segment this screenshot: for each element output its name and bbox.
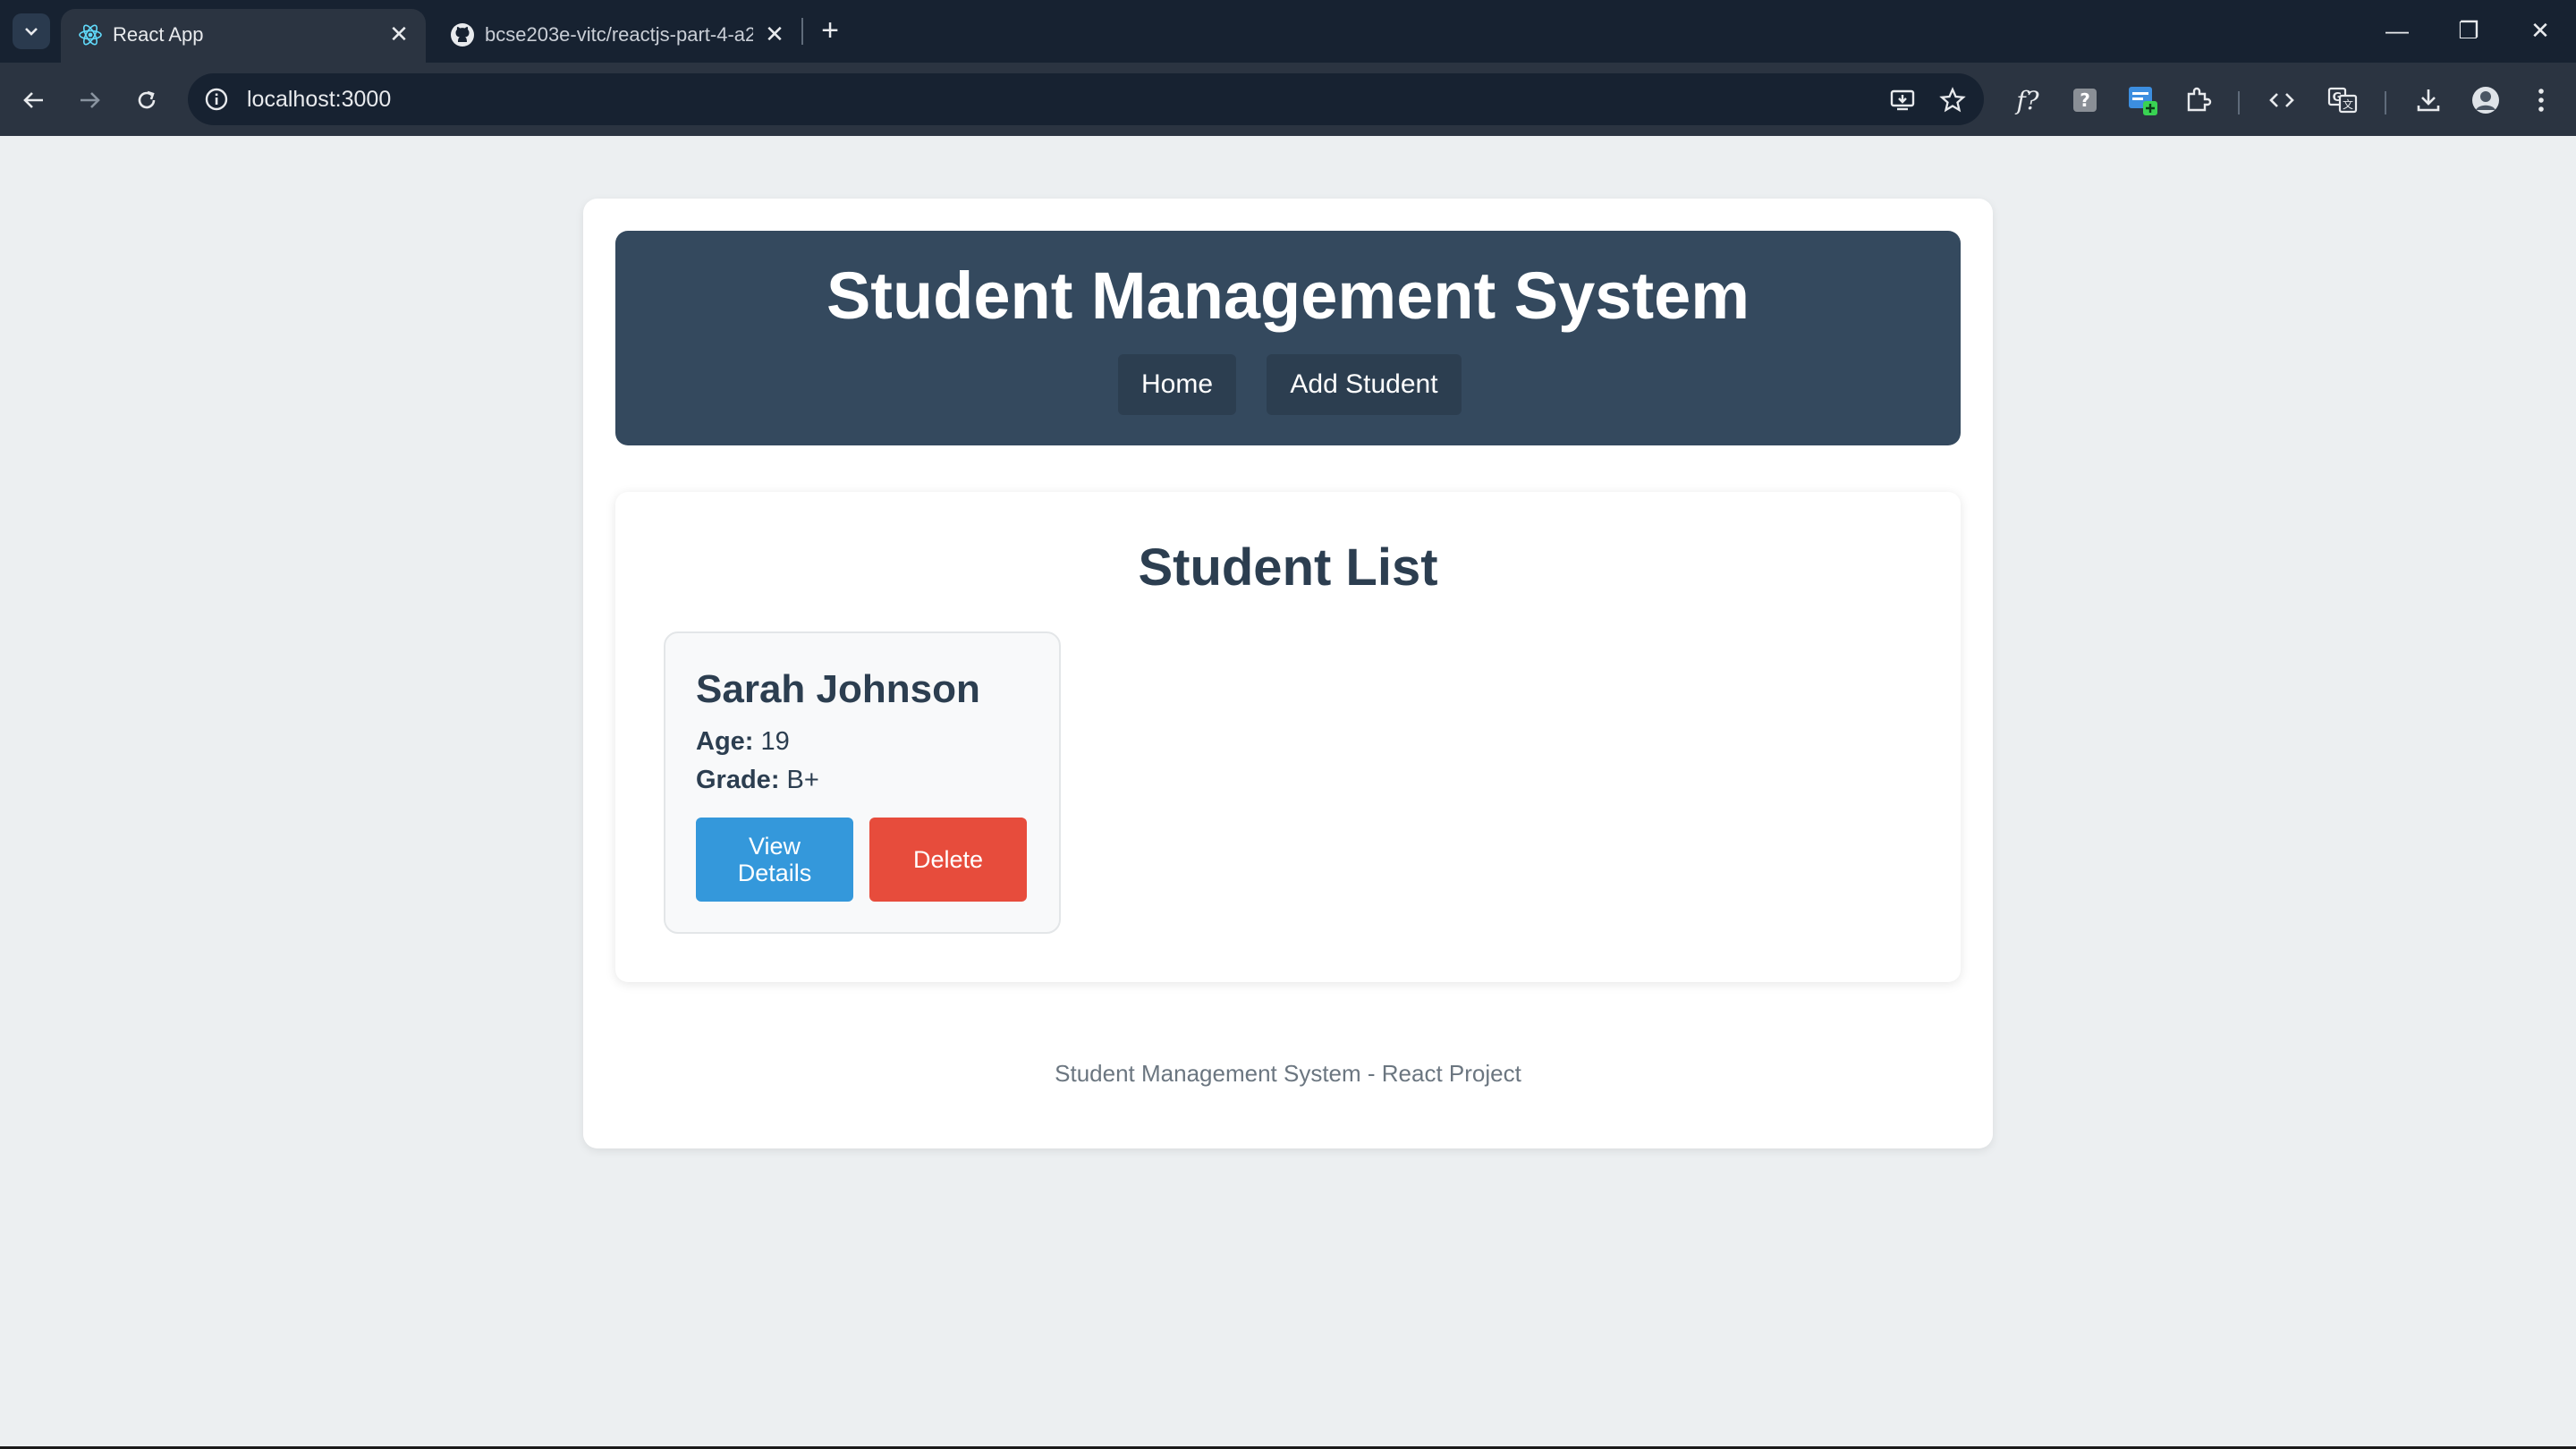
arrow-right-icon (80, 92, 100, 108)
devtools-extension-icon[interactable] (2127, 83, 2161, 117)
bookmark-star-icon[interactable] (1937, 85, 1968, 115)
arrow-left-icon (23, 92, 43, 108)
formula-extension-icon[interactable]: f? (2011, 83, 2045, 117)
nav-add-student-button[interactable]: Add Student (1267, 354, 1462, 415)
back-button[interactable] (14, 80, 54, 120)
student-list-heading: Student List (1138, 538, 1438, 597)
student-age-row: Age: 19 (696, 724, 790, 758)
tab-search-button[interactable] (13, 13, 50, 49)
reload-button[interactable] (127, 80, 166, 120)
help-extension-icon[interactable]: ? (2068, 83, 2102, 117)
grade-label: Grade: (696, 766, 780, 794)
forward-button[interactable] (70, 80, 109, 120)
code-icon[interactable] (2265, 83, 2299, 117)
student-name: Sarah Johnson (696, 667, 980, 711)
minimize-button[interactable]: — (2379, 13, 2415, 48)
age-value: 19 (760, 727, 790, 756)
translate-icon[interactable]: G文 (2326, 83, 2360, 117)
close-tab-icon[interactable]: ✕ (385, 20, 413, 48)
app-title: Student Management System (826, 258, 1750, 333)
app-container: Student Management System Home Add Stude… (583, 199, 1993, 1148)
tab-title: bcse203e-vitc/reactjs-part-4-a2 (485, 23, 753, 46)
tab-divider (801, 18, 803, 45)
kebab-menu-icon[interactable] (2524, 83, 2558, 117)
install-app-icon[interactable] (1887, 85, 1918, 115)
age-label: Age: (696, 727, 754, 756)
github-icon (451, 23, 474, 47)
download-icon[interactable] (2411, 83, 2445, 117)
toolbar-divider (2238, 91, 2240, 114)
toolbar-divider (2385, 91, 2386, 114)
delete-button[interactable]: Delete (869, 818, 1027, 902)
tab-title: React App (113, 23, 204, 46)
svg-text:文: 文 (2343, 97, 2353, 111)
reload-icon (138, 90, 156, 109)
new-tab-button[interactable]: + (812, 13, 848, 48)
student-card: Sarah Johnson Age: 19 Grade: B+ View Det… (664, 631, 1061, 934)
app-footer: Student Management System - React Projec… (1055, 1060, 1521, 1087)
profile-avatar-icon[interactable] (2469, 83, 2503, 117)
tab-react-app[interactable]: React App ✕ (61, 9, 426, 63)
grade-value: B+ (786, 766, 819, 794)
svg-text:?: ? (2080, 89, 2090, 111)
close-window-button[interactable]: ✕ (2522, 13, 2558, 48)
view-details-button[interactable]: View Details (696, 818, 853, 902)
puzzle-extensions-icon[interactable] (2181, 83, 2215, 117)
page-viewport: Student Management System Home Add Stude… (0, 136, 2576, 1447)
url-text[interactable]: localhost:3000 (247, 86, 391, 113)
chevron-down-icon (25, 28, 38, 36)
student-list-panel: Student List Sarah Johnson Age: 19 Grade… (615, 492, 1961, 982)
close-tab-icon[interactable]: ✕ (760, 20, 789, 48)
address-bar[interactable]: localhost:3000 (188, 73, 1984, 125)
site-info-icon[interactable] (202, 85, 231, 114)
browser-tab-bar: React App ✕ bcse203e-vitc/reactjs-part-4… (0, 0, 2576, 63)
react-icon (79, 24, 102, 46)
student-grade-row: Grade: B+ (696, 763, 819, 797)
browser-toolbar: localhost:3000 f? ? G文 (0, 63, 2576, 136)
restore-button[interactable]: ❐ (2451, 13, 2487, 48)
tab-github[interactable]: bcse203e-vitc/reactjs-part-4-a2 ✕ (433, 9, 801, 63)
app-header: Student Management System Home Add Stude… (615, 231, 1961, 445)
nav-home-button[interactable]: Home (1118, 354, 1236, 415)
